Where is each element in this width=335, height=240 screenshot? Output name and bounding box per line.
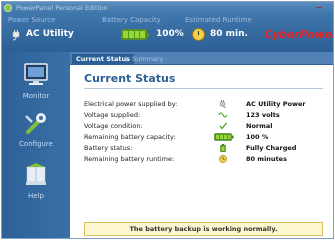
row-label: Remaining battery capacity: <box>84 133 176 141</box>
status-row-runtime: Remaining battery runtime: 80 minutes <box>84 154 333 164</box>
row-value: AC Utility Power <box>246 100 306 108</box>
sidebar-item-help[interactable]: Help <box>2 156 70 202</box>
status-row-voltage-condition: Voltage condition: Normal <box>84 121 333 131</box>
sidebar-label-help: Help <box>28 192 44 200</box>
check-icon <box>219 122 228 130</box>
brand-logo: CyberPower <box>264 28 334 41</box>
battery-capacity-value: 100% <box>156 29 184 39</box>
battery-small-icon <box>220 144 226 152</box>
runtime-value: 80 min. <box>210 29 248 39</box>
row-label: Battery status: <box>84 144 133 152</box>
sidebar-item-monitor[interactable]: Monitor <box>2 56 70 102</box>
battery-icon <box>121 29 149 40</box>
app-logo-icon <box>4 4 12 12</box>
tab-separator: | <box>125 55 128 63</box>
power-source-value: AC Utility <box>26 29 74 39</box>
title-bar: PowerPanel Personal Edition − <box>2 2 333 14</box>
sidebar-label-configure: Configure <box>19 140 53 148</box>
battery-capacity-label: Battery Capacity <box>102 16 161 24</box>
status-row-battery-status: Battery status: Fully Charged <box>84 143 333 153</box>
row-value: 80 minutes <box>246 155 287 163</box>
row-label: Remaining battery runtime: <box>84 155 175 163</box>
row-value: Fully Charged <box>246 144 297 152</box>
status-footer: The battery backup is working normally. <box>84 222 323 236</box>
row-value: 123 volts <box>246 111 280 119</box>
runtime-label: Estimated Runtime <box>185 16 252 24</box>
sidebar-label-monitor: Monitor <box>22 92 50 100</box>
main-panel: Current Status | Summary Current Status … <box>70 52 333 238</box>
power-source-label: Power Source <box>8 16 56 24</box>
row-value: 100 % <box>246 133 269 141</box>
status-header: Power Source AC Utility Battery Capacity… <box>2 14 333 52</box>
monitor-icon <box>24 63 48 85</box>
voltage-wave-icon <box>218 112 228 118</box>
battery-icon <box>214 133 234 141</box>
tab-summary[interactable]: Summary <box>128 54 167 65</box>
minimize-button[interactable]: − <box>313 4 325 12</box>
plug-icon <box>219 100 227 108</box>
row-label: Electrical power supplied by: <box>84 100 178 108</box>
tab-bar: Current Status | Summary <box>70 52 333 65</box>
row-label: Voltage supplied: <box>84 111 141 119</box>
window-title: PowerPanel Personal Edition <box>16 4 108 12</box>
row-label: Voltage condition: <box>84 122 143 130</box>
plug-icon <box>12 30 20 41</box>
page-title: Current Status <box>84 72 176 85</box>
sidebar: Monitor Configure Help <box>2 52 70 238</box>
sidebar-item-configure[interactable]: Configure <box>2 104 70 150</box>
divider <box>84 88 323 89</box>
status-row-battery-capacity: Remaining battery capacity: 100 % <box>84 132 333 142</box>
row-value: Normal <box>246 122 273 130</box>
status-row-power-source: Electrical power supplied by: AC Utility… <box>84 99 333 109</box>
help-icon <box>26 163 46 185</box>
app-window: PowerPanel Personal Edition − Power Sour… <box>1 1 334 239</box>
clock-icon <box>192 28 205 41</box>
clock-icon <box>219 155 227 163</box>
wrench-icon <box>25 113 46 134</box>
status-row-voltage: Voltage supplied: 123 volts <box>84 110 333 120</box>
